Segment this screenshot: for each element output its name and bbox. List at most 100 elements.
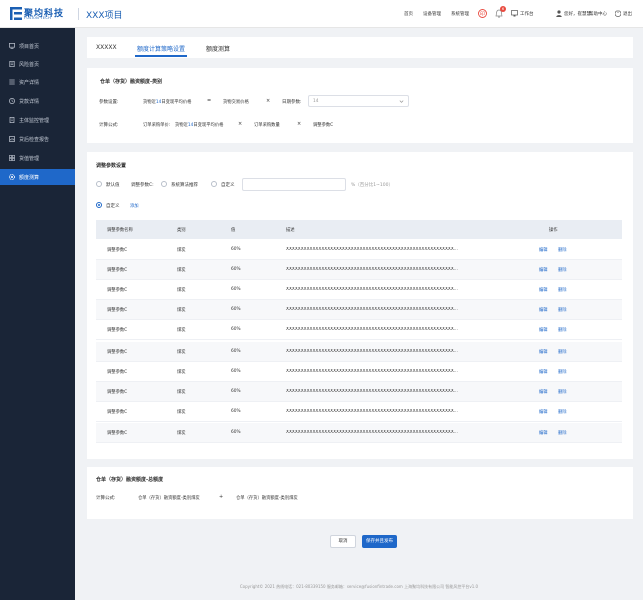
cell-description: XXXXXXXXXXXXXXXXXXXXXXXXXXXXXXXXXXXXXXXX…	[286, 307, 458, 312]
user-icon	[556, 10, 562, 17]
cell-value: 60%	[231, 287, 241, 292]
sidebar-item-post-loan-report[interactable]: 贷后检查报告	[0, 131, 75, 147]
sidebar-item-risk-home[interactable]: 风险首页	[0, 56, 75, 72]
formula-label: 计算公式:	[99, 123, 119, 128]
sidebar-item-quota-calculation[interactable]: 额度测算	[0, 169, 75, 185]
sidebar-item-goods-value[interactable]: 货值管理	[0, 150, 75, 166]
table-row: 调整参数C 煤炭 60% XXXXXXXXXXXXXXXXXXXXXXXXXXX…	[96, 240, 622, 260]
project-title: XXX项目	[86, 11, 123, 21]
edit-link[interactable]: 编辑	[539, 267, 548, 273]
nav-home[interactable]: 首页	[404, 11, 413, 17]
total-formula-label: 计算公式:	[96, 496, 116, 501]
edit-link[interactable]: 编辑	[539, 409, 548, 415]
cell-name: 调整参数C	[107, 370, 128, 375]
cell-name: 调整参数C	[107, 390, 128, 395]
cell-category: 煤炭	[177, 248, 186, 253]
delete-link[interactable]: 删除	[558, 287, 567, 293]
edit-link[interactable]: 编辑	[539, 307, 548, 313]
param-avg-price: 货物近14日变现平均价格	[143, 100, 192, 105]
cell-description: XXXXXXXXXXXXXXXXXXXXXXXXXXXXXXXXXXXXXXXX…	[286, 349, 458, 354]
list-icon	[9, 79, 15, 85]
delete-link[interactable]: 删除	[558, 327, 567, 333]
svg-text:印: 印	[480, 10, 485, 17]
table-row: 调整参数C 煤炭 60% XXXXXXXXXXXXXXXXXXXXXXXXXXX…	[96, 402, 622, 422]
workbench-icon	[511, 10, 518, 17]
formula-adjust-param: 调整参数C	[313, 123, 334, 128]
sidebar-item-project-home[interactable]: 项目首页	[0, 38, 75, 54]
header-divider	[78, 8, 79, 20]
add-param-link[interactable]: 添加	[130, 203, 139, 209]
edit-link[interactable]: 编辑	[539, 287, 548, 293]
delete-link[interactable]: 删除	[558, 307, 567, 313]
edit-link[interactable]: 编辑	[539, 327, 548, 333]
radio-custom-list[interactable]	[96, 202, 102, 208]
cell-name: 调整参数C	[107, 328, 128, 333]
delete-link[interactable]: 删除	[558, 409, 567, 415]
radio-custom[interactable]	[211, 181, 217, 187]
cell-value: 60%	[231, 267, 241, 272]
plus-operator: +	[219, 494, 224, 500]
company-logo[interactable]: 聚均科技 FUSION TECH	[10, 6, 76, 22]
cell-category: 煤炭	[177, 390, 186, 395]
cell-description: XXXXXXXXXXXXXXXXXXXXXXXXXXXXXXXXXXXXXXXX…	[286, 369, 458, 374]
delete-link[interactable]: 删除	[558, 430, 567, 436]
gear-icon	[9, 174, 15, 180]
help-center-link[interactable]: 帮助中心	[589, 11, 607, 17]
delete-link[interactable]: 删除	[558, 369, 567, 375]
sidebar-item-loan-details[interactable]: 贷款详情	[0, 93, 75, 109]
sidebar: 项目首页 风险首页 资产详情 贷款详情 主体监控管理 贷后检查报告 货值管理 额…	[0, 28, 75, 600]
edit-link[interactable]: 编辑	[539, 247, 548, 253]
delete-link[interactable]: 删除	[558, 389, 567, 395]
delete-link[interactable]: 删除	[558, 247, 567, 253]
cell-name: 调整参数C	[107, 288, 128, 293]
edit-link[interactable]: 编辑	[539, 389, 548, 395]
total-formula-term-2: 仓单（存货）融资额度-类别煤炭	[236, 496, 298, 501]
edit-link[interactable]: 编辑	[539, 349, 548, 355]
table-row: 调整参数C 煤炭 60% XXXXXXXXXXXXXXXXXXXXXXXXXXX…	[96, 362, 622, 382]
edit-link[interactable]: 编辑	[539, 369, 548, 375]
nav-system-management[interactable]: 系统管理	[451, 11, 469, 17]
grid-icon	[9, 155, 15, 161]
formula-order-quantity: 订单采购数量	[254, 123, 280, 128]
sidebar-item-asset-details[interactable]: 资产详情	[0, 74, 75, 90]
logout-link[interactable]: 退出	[623, 11, 632, 17]
logout-icon[interactable]	[615, 10, 621, 17]
cell-name: 调整参数C	[107, 308, 128, 313]
date-param-select[interactable]: 14	[308, 95, 409, 107]
table-row: 调整参数C 煤炭 60% XXXXXXXXXXXXXXXXXXXXXXXXXXX…	[96, 300, 622, 320]
cell-category: 煤炭	[177, 350, 186, 355]
cell-name: 调整参数C	[107, 431, 128, 436]
radio-default[interactable]	[96, 181, 102, 187]
cancel-button[interactable]: 取消	[330, 535, 356, 548]
cell-name: 调整参数C	[107, 410, 128, 415]
adjust-param-c-label: 调整参数C:	[131, 183, 154, 188]
adjust-section-title: 调整参数设置	[96, 163, 127, 169]
tab-quota-strategy-settings[interactable]: 额度计算策略设置	[137, 44, 185, 53]
sidebar-item-entity-monitoring[interactable]: 主体监控管理	[0, 112, 75, 128]
save-and-publish-button[interactable]: 保存并且发布	[362, 535, 397, 548]
stamp-icon[interactable]: 印	[478, 9, 487, 18]
delete-link[interactable]: 删除	[558, 267, 567, 273]
logo-text-en: FUSION TECH	[24, 16, 52, 20]
percent-input[interactable]	[242, 178, 346, 191]
table-row: 调整参数C 煤炭 60% XXXXXXXXXXXXXXXXXXXXXXXXXXX…	[96, 423, 622, 443]
cell-value: 60%	[231, 409, 241, 414]
column-header-value: 值	[231, 228, 236, 233]
notification-badge: 6	[500, 6, 506, 12]
table-row: 调整参数C 煤炭 60% XXXXXXXXXXXXXXXXXXXXXXXXXXX…	[96, 260, 622, 280]
sidebar-item-label: 货值管理	[19, 156, 40, 162]
radio-system-recommend[interactable]	[161, 181, 167, 187]
chevron-down-icon	[399, 100, 404, 103]
cell-value: 60%	[231, 307, 241, 312]
cell-name: 调整参数C	[107, 350, 128, 355]
nav-device-management[interactable]: 设备管理	[423, 11, 441, 17]
cell-name: 调整参数C	[107, 248, 128, 253]
edit-link[interactable]: 编辑	[539, 430, 548, 436]
tab-xxxxx[interactable]: XXXXX	[96, 44, 117, 51]
tab-quota-calculation[interactable]: 额度测算	[206, 44, 230, 53]
delete-link[interactable]: 删除	[558, 349, 567, 355]
workbench-link[interactable]: 工作台	[520, 11, 534, 17]
user-greeting[interactable]: 您好，崔慧慧	[564, 11, 591, 17]
cell-value: 60%	[231, 247, 241, 252]
cell-value: 60%	[231, 430, 241, 435]
